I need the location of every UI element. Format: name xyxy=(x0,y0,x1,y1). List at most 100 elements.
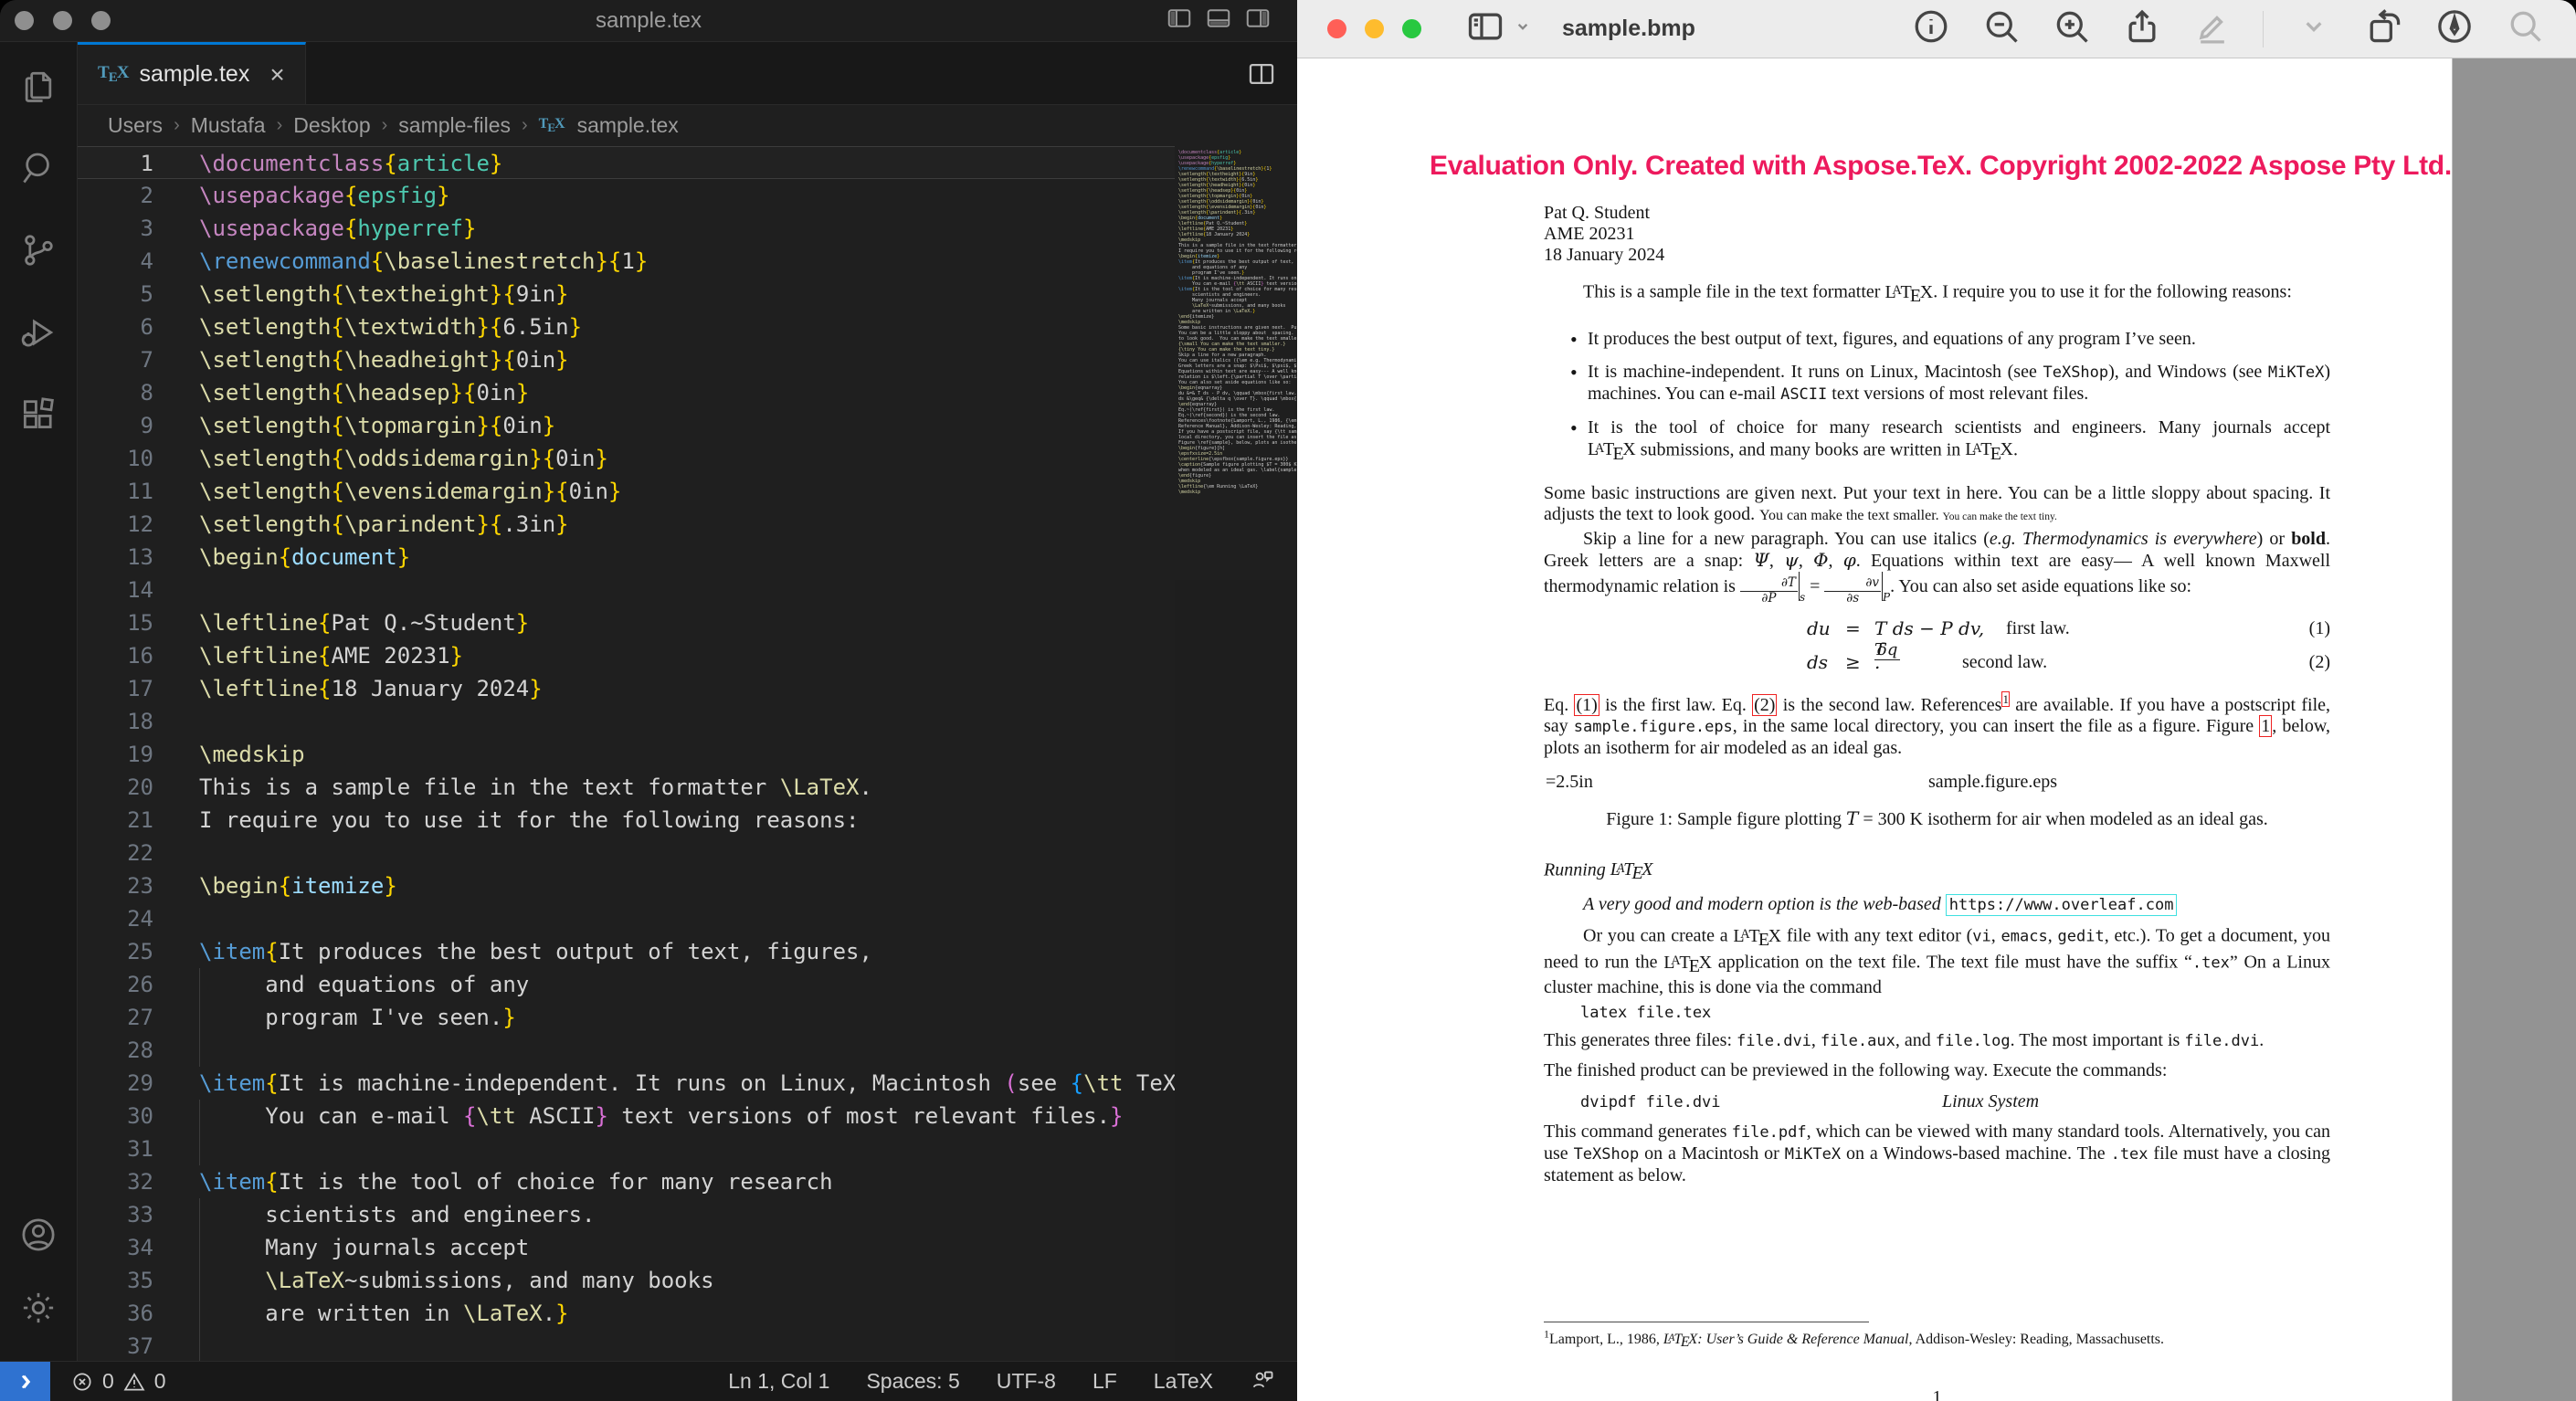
line-number: 14 xyxy=(78,574,199,606)
paragraph: This generates three files: file.dvi, fi… xyxy=(1544,1030,2330,1052)
line-number: 11 xyxy=(78,475,199,508)
markup-pencil-icon[interactable] xyxy=(2192,6,2233,51)
document-page[interactable]: Evaluation Only. Created with Aspose.TeX… xyxy=(1297,58,2453,1401)
code-line: 1\documentclass{article} xyxy=(78,146,1175,179)
error-icon xyxy=(70,1370,94,1394)
line-number: 23 xyxy=(78,869,199,902)
line-number: 31 xyxy=(78,1132,199,1165)
code-line: 19\medskip xyxy=(78,738,1175,771)
code-line: 18 xyxy=(78,705,1175,738)
latex-logo: LATEX xyxy=(1663,1332,1697,1347)
line-number: 5 xyxy=(78,278,199,311)
code-line: 5\setlength{\textheight}{9in} xyxy=(78,278,1175,311)
line-number: 15 xyxy=(78,606,199,639)
close-tab-icon[interactable]: × xyxy=(269,60,284,90)
rotate-left-icon[interactable] xyxy=(2364,6,2404,51)
section-heading: Running LATEX xyxy=(1544,859,2330,885)
explorer-icon[interactable] xyxy=(18,66,58,106)
chevron-down-icon[interactable] xyxy=(1511,15,1535,43)
zoom-in-icon[interactable] xyxy=(2052,6,2092,51)
code-line: 20This is a sample file in the text form… xyxy=(78,771,1175,804)
zoom-window-button[interactable] xyxy=(1402,19,1421,38)
layout-toggle-buttons xyxy=(1166,5,1272,37)
share-icon[interactable] xyxy=(2122,6,2162,51)
status-right-items: Ln 1, Col 1 Spaces: 5 UTF-8 LF LaTeX xyxy=(728,1366,1297,1397)
code-line: 6\setlength{\textwidth}{6.5in} xyxy=(78,311,1175,343)
code-line: 8\setlength{\headsep}{0in} xyxy=(78,376,1175,409)
paragraph: Skip a line for a new paragraph. You can… xyxy=(1544,529,2330,608)
breadcrumb-item-file[interactable]: sample.tex xyxy=(577,113,679,138)
author-line: 18 January 2024 xyxy=(1544,245,2330,266)
list-item: It produces the best output of text, fig… xyxy=(1544,329,2330,350)
line-number: 8 xyxy=(78,376,199,409)
code-line: 7\setlength{\headheight}{0in} xyxy=(78,343,1175,376)
layout-sidebar-right-icon[interactable] xyxy=(1244,5,1272,37)
code-line: 24 xyxy=(78,902,1175,935)
equation-block: du=T ds − P dv,first law.(1)ds≥δqT.secon… xyxy=(1544,616,2330,683)
latex-logo: LATEX xyxy=(1884,282,1933,302)
latex-logo: LATEX xyxy=(1610,859,1653,880)
source-control-icon[interactable] xyxy=(18,230,58,270)
paragraph: This command generates file.pdf, which c… xyxy=(1544,1122,2330,1186)
author-line: Pat Q. Student xyxy=(1544,203,2330,224)
code-line: 13\begin{document} xyxy=(78,541,1175,574)
minimize-window-button[interactable] xyxy=(1365,19,1384,38)
footnote: 1Lamport, L., 1986, LATEX: User’s Guide … xyxy=(1544,1330,2330,1351)
paragraph: This is a sample file in the text format… xyxy=(1544,280,2330,307)
search-icon[interactable] xyxy=(2505,6,2545,51)
remote-indicator[interactable] xyxy=(0,1362,50,1401)
status-eol[interactable]: LF xyxy=(1093,1369,1117,1394)
problems-status[interactable]: 0 0 xyxy=(70,1369,166,1394)
line-number: 32 xyxy=(78,1165,199,1198)
code-line: 36 are written in \LaTeX.} xyxy=(78,1297,1175,1330)
breadcrumb-item[interactable]: Mustafa xyxy=(191,113,266,138)
status-language-mode[interactable]: LaTeX xyxy=(1154,1369,1213,1394)
line-number: 25 xyxy=(78,935,199,968)
breadcrumb-item[interactable]: Desktop xyxy=(293,113,370,138)
line-number: 13 xyxy=(78,541,199,574)
annotate-pen-icon[interactable] xyxy=(2434,6,2475,51)
line-number: 12 xyxy=(78,508,199,541)
latex-logo: LATEX xyxy=(1965,439,2013,459)
code-line: 2\usepackage{epsfig} xyxy=(78,179,1175,212)
account-icon[interactable] xyxy=(18,1215,58,1255)
tab-bar: TEX sample.tex × xyxy=(78,42,1297,105)
status-bar: 0 0 Ln 1, Col 1 Spaces: 5 UTF-8 LF LaTeX xyxy=(0,1361,1297,1401)
line-number: 1 xyxy=(78,147,199,178)
status-encoding[interactable]: UTF-8 xyxy=(997,1369,1056,1394)
feedback-icon[interactable] xyxy=(1250,1366,1275,1397)
preview-title: sample.bmp xyxy=(1562,16,1695,42)
close-window-button[interactable] xyxy=(1327,19,1346,38)
layout-panel-icon[interactable] xyxy=(1205,5,1232,37)
command-line: latex file.tex xyxy=(1544,1003,2330,1024)
page-number: 1 xyxy=(1544,1387,2330,1401)
info-icon[interactable] xyxy=(1911,6,1951,51)
breadcrumb-separator: › xyxy=(518,115,532,136)
bullet-list: It produces the best output of text, fig… xyxy=(1544,329,2330,465)
split-editor-icon[interactable] xyxy=(1246,58,1277,90)
code-line: 34 Many journals accept xyxy=(78,1231,1175,1264)
settings-gear-icon[interactable] xyxy=(18,1288,58,1328)
extensions-icon[interactable] xyxy=(18,395,58,435)
code-editor[interactable]: 1\documentclass{article}2\usepackage{eps… xyxy=(78,146,1297,1361)
code-line: 25\item{It produces the best output of t… xyxy=(78,935,1175,968)
search-icon[interactable] xyxy=(18,148,58,188)
line-number: 27 xyxy=(78,1001,199,1034)
line-number: 34 xyxy=(78,1231,199,1264)
breadcrumb-item[interactable]: Users xyxy=(108,113,163,138)
sidebar-toggle-icon[interactable] xyxy=(1465,6,1505,51)
chevron-down-icon[interactable] xyxy=(2294,6,2334,51)
zoom-out-icon[interactable] xyxy=(1981,6,2022,51)
status-cursor-position[interactable]: Ln 1, Col 1 xyxy=(728,1369,829,1394)
tab-sample-tex[interactable]: TEX sample.tex × xyxy=(78,42,306,104)
screen: sample.tex TEX sample.tex × Users › Mustaf… xyxy=(0,0,2576,1401)
minimap[interactable]: \documentclass{article}\usepackage{epsfi… xyxy=(1175,146,1297,1361)
line-number: 17 xyxy=(78,672,199,705)
run-debug-icon[interactable] xyxy=(18,312,58,353)
layout-sidebar-left-icon[interactable] xyxy=(1166,5,1193,37)
status-indentation[interactable]: Spaces: 5 xyxy=(866,1369,959,1394)
list-item: It is machine-independent. It runs on Li… xyxy=(1544,362,2330,406)
line-number: 19 xyxy=(78,738,199,771)
code-line: 21I require you to use it for the follow… xyxy=(78,804,1175,837)
breadcrumb-item[interactable]: sample-files xyxy=(398,113,511,138)
